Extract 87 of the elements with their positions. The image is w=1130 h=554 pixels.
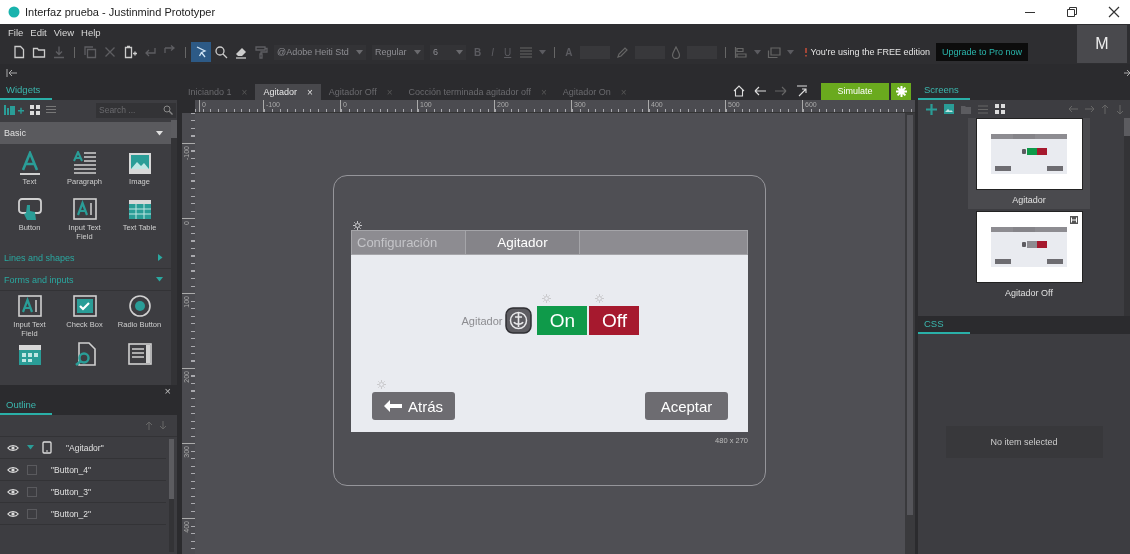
back-arrow-icon[interactable] <box>754 86 766 96</box>
eraser-icon[interactable] <box>234 45 248 59</box>
menu-item[interactable]: View <box>53 27 75 40</box>
anchor-icon <box>505 307 533 334</box>
back-button[interactable]: Atrás <box>372 392 455 420</box>
gear-icon <box>542 294 552 303</box>
upgrade-button[interactable]: Upgrade to Pro now <box>935 43 1028 61</box>
collapse-icon[interactable] <box>6 69 18 77</box>
paragraph-widget-icon[interactable] <box>71 151 98 175</box>
caret-icon <box>787 49 795 55</box>
checkbox-widget-icon[interactable] <box>71 294 98 319</box>
caret-icon <box>356 49 363 55</box>
paste-icon[interactable] <box>123 45 137 59</box>
button-widget-icon[interactable] <box>16 197 43 221</box>
document-tab[interactable]: Agitador × <box>255 84 321 100</box>
accept-button[interactable]: Aceptar <box>645 392 728 420</box>
input-field-widget-icon[interactable] <box>16 294 43 319</box>
font-family-dropdown[interactable]: @Adobe Heiti Std <box>274 44 366 60</box>
add-icon[interactable] <box>926 103 937 115</box>
list-widget-icon[interactable] <box>126 341 153 366</box>
section-header[interactable]: Basic <box>0 122 171 144</box>
device-icon <box>42 441 52 454</box>
home-icon[interactable] <box>733 85 745 97</box>
font-size-dropdown[interactable]: 6 <box>430 44 466 60</box>
gear-icon <box>353 221 362 230</box>
font-style-dropdown[interactable]: Regular <box>372 44 424 60</box>
screen-thumbnail[interactable]: Agitador <box>968 118 1090 209</box>
square-icon <box>27 486 37 497</box>
control-label: Agitador <box>461 315 503 327</box>
gear-icon <box>377 380 386 389</box>
outline-row[interactable]: "Button_4" <box>0 459 166 481</box>
caret-icon <box>414 49 421 55</box>
screen-tab[interactable]: Agitador <box>466 231 580 254</box>
back-arrow-icon <box>384 400 402 412</box>
outline-row[interactable]: "Button_3" <box>0 481 166 503</box>
folder-icon[interactable] <box>32 45 46 59</box>
menu-item[interactable]: File <box>8 27 24 40</box>
eye-icon[interactable] <box>7 487 19 496</box>
list-view-icon[interactable] <box>46 105 56 115</box>
new-file-icon[interactable] <box>12 45 26 59</box>
outline-row[interactable]: "Agitador" <box>0 437 166 459</box>
gear-icon <box>595 294 605 303</box>
simulation-settings-button[interactable] <box>891 82 911 100</box>
scrollbar[interactable] <box>171 120 177 385</box>
menu-item[interactable]: Help <box>81 27 101 40</box>
empty-message: No item selected <box>945 426 1103 458</box>
pointer-icon[interactable] <box>194 45 208 59</box>
add-library-icon[interactable] <box>4 104 24 116</box>
image-widget-icon[interactable] <box>126 151 153 175</box>
settings-icon <box>895 85 907 97</box>
input-field-widget-icon[interactable] <box>71 197 98 221</box>
warning-icon <box>804 47 809 57</box>
close-icon[interactable] <box>1108 6 1120 18</box>
fit-icon[interactable] <box>796 85 808 97</box>
radio-widget-icon[interactable] <box>126 294 153 319</box>
caret-icon <box>539 49 547 55</box>
eye-icon[interactable] <box>7 509 19 518</box>
square-icon <box>27 508 37 519</box>
restore-icon[interactable] <box>1066 6 1078 18</box>
square-icon <box>27 464 37 475</box>
layers-icon[interactable] <box>767 45 782 59</box>
caret-icon <box>456 49 463 55</box>
align-icon[interactable] <box>734 45 749 59</box>
grid-view-icon[interactable] <box>995 104 1005 114</box>
on-button[interactable]: On <box>537 306 588 335</box>
close-button[interactable]: × <box>164 385 171 397</box>
simulate-button[interactable]: Simulate <box>821 82 889 100</box>
grid-view-icon[interactable] <box>30 105 40 115</box>
eye-icon[interactable] <box>7 443 19 452</box>
forward-arrow-icon[interactable] <box>775 86 787 96</box>
table-widget-icon[interactable] <box>126 197 153 221</box>
scrollbar[interactable] <box>1124 118 1130 316</box>
menu-item[interactable]: Edit <box>30 27 47 40</box>
expand-icon[interactable] <box>1124 69 1130 77</box>
scrollbar[interactable] <box>905 113 915 554</box>
app-logo-icon <box>8 6 20 18</box>
edition-notice: You're using the FREE edition <box>810 47 930 57</box>
user-avatar[interactable]: M <box>1077 25 1127 63</box>
eye-icon[interactable] <box>7 465 19 474</box>
caret-icon <box>754 49 762 55</box>
close-button[interactable]: × <box>306 86 313 98</box>
search-icon[interactable] <box>214 45 228 59</box>
off-button[interactable]: Off <box>589 306 640 335</box>
scrollbar[interactable] <box>169 439 174 552</box>
outline-row[interactable]: "Button_2" <box>0 503 166 525</box>
expand-caret-icon[interactable] <box>27 445 34 450</box>
window-title: Interfaz prueba - Justinmind Prototyper <box>25 6 216 18</box>
